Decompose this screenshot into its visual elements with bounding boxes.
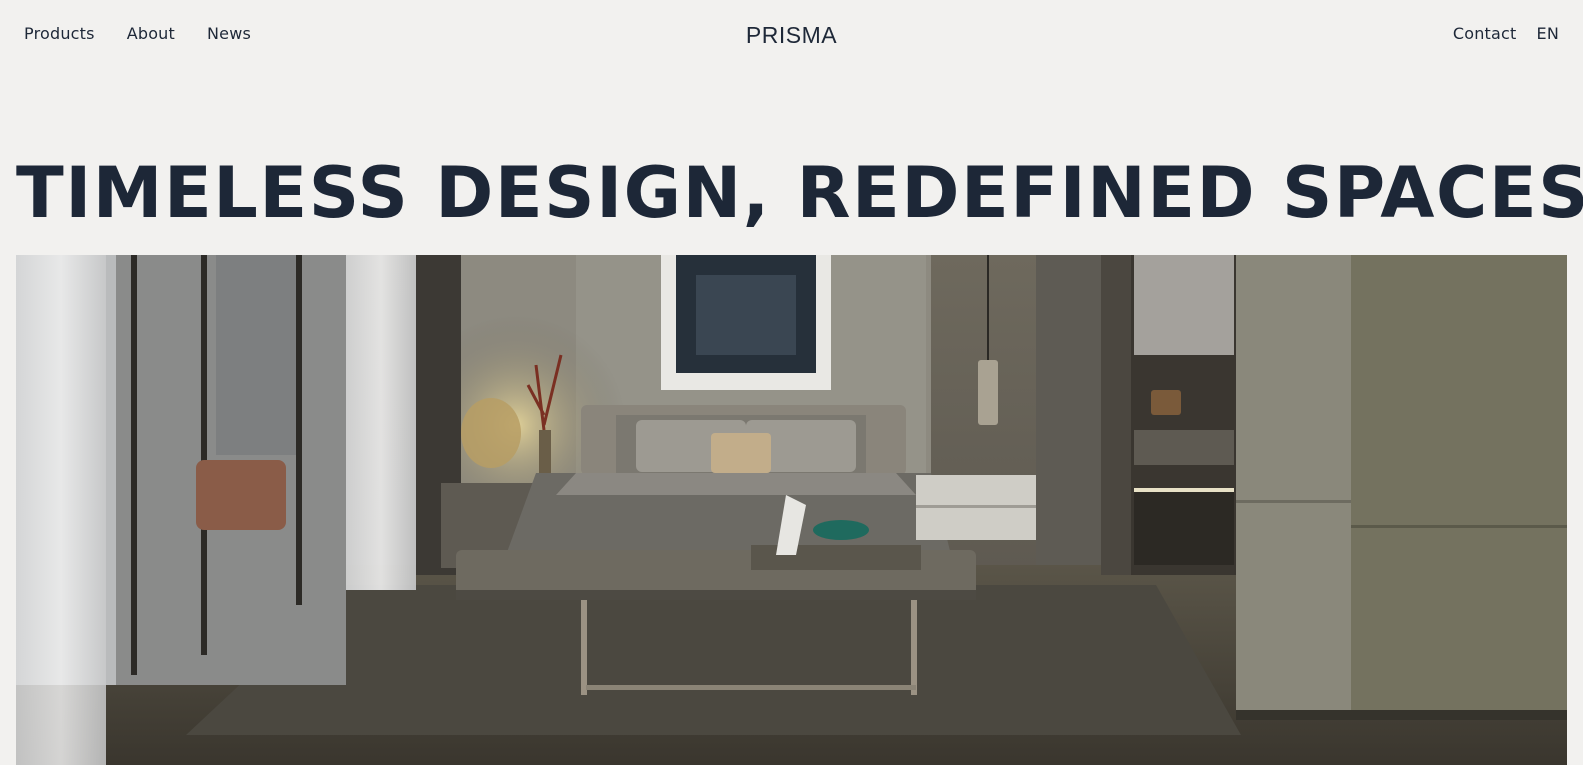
nav-link-contact[interactable]: Contact bbox=[1453, 24, 1517, 43]
hero-image bbox=[16, 255, 1567, 765]
primary-nav: Products About News bbox=[24, 24, 251, 43]
brand-logo[interactable]: PRISMA bbox=[746, 22, 837, 48]
nav-link-about[interactable]: About bbox=[127, 24, 175, 43]
nav-link-news[interactable]: News bbox=[207, 24, 251, 43]
language-switcher[interactable]: EN bbox=[1537, 24, 1559, 43]
bedroom-photo-illustration bbox=[16, 255, 1567, 765]
top-navigation: Products About News PRISMA Contact EN bbox=[0, 0, 1583, 70]
nav-link-products[interactable]: Products bbox=[24, 24, 95, 43]
hero-headline: TIMELESS DESIGN, REDEFINED SPACES. bbox=[16, 152, 1583, 234]
secondary-nav: Contact EN bbox=[1453, 24, 1559, 43]
